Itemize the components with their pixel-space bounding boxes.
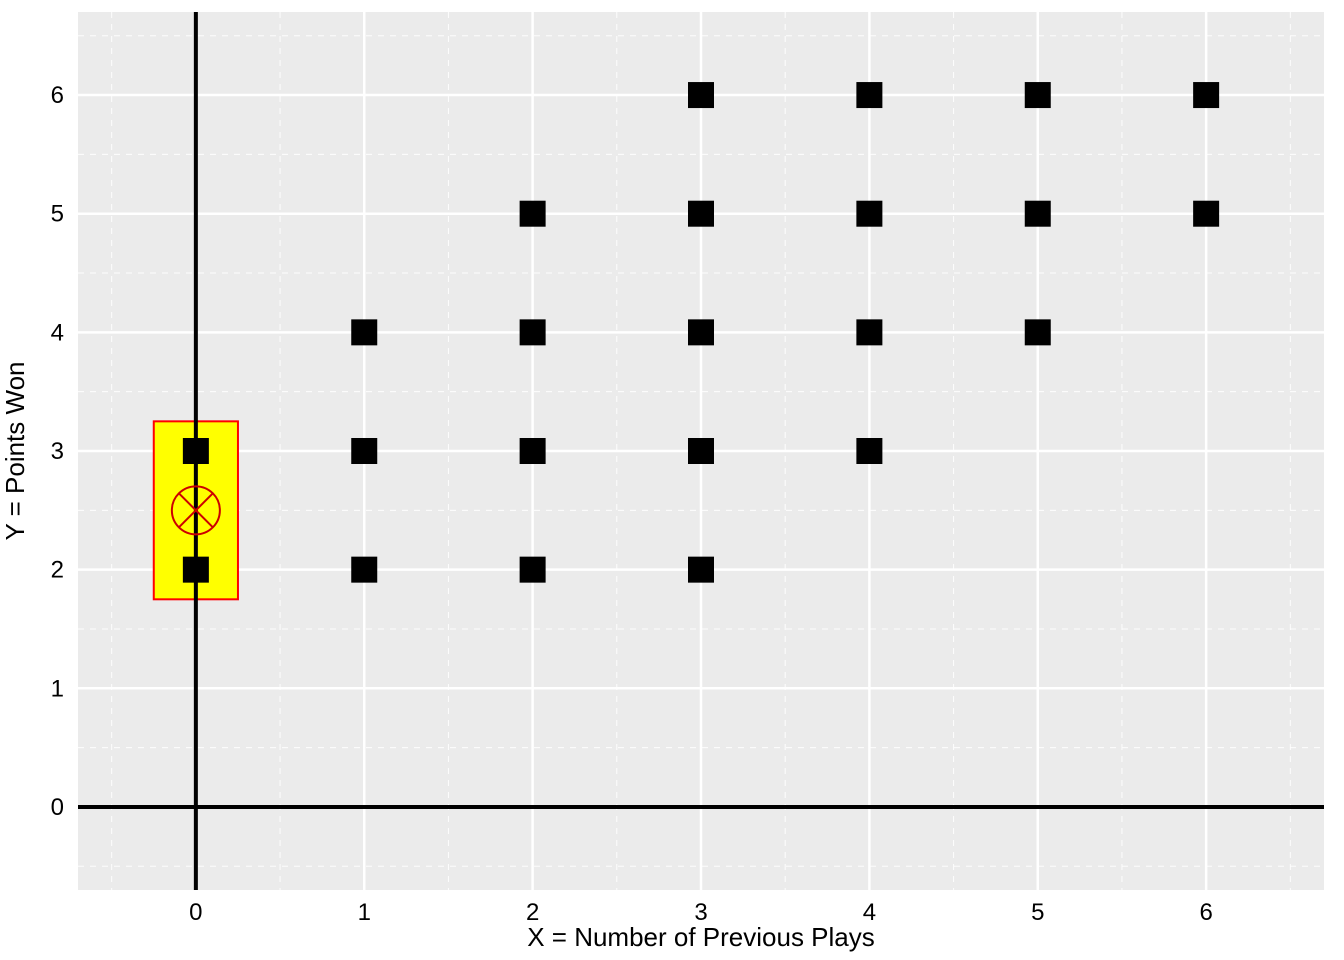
x-tick: 1 bbox=[358, 899, 371, 926]
data-point bbox=[856, 82, 882, 108]
data-point bbox=[520, 201, 546, 227]
data-point bbox=[520, 319, 546, 345]
data-point bbox=[1025, 319, 1051, 345]
data-point bbox=[688, 201, 714, 227]
data-point bbox=[351, 319, 377, 345]
y-axis-label: Y = Points Won bbox=[0, 362, 30, 541]
scatter-plot: 0 1 2 3 4 5 6 0 1 2 3 4 5 6 X = Number of Previous P… bbox=[0, 0, 1344, 960]
y-tick: 4 bbox=[51, 319, 64, 346]
data-point bbox=[688, 82, 714, 108]
y-tick: 1 bbox=[51, 675, 64, 702]
y-tick: 3 bbox=[51, 438, 64, 465]
x-tick: 5 bbox=[1031, 899, 1044, 926]
data-point bbox=[688, 557, 714, 583]
data-point bbox=[856, 438, 882, 464]
data-point bbox=[183, 557, 209, 583]
y-tick: 6 bbox=[51, 82, 64, 109]
data-point bbox=[688, 319, 714, 345]
data-point bbox=[856, 319, 882, 345]
x-axis-label: X = Number of Previous Plays bbox=[527, 922, 875, 952]
y-tick: 0 bbox=[51, 794, 64, 821]
data-point bbox=[856, 201, 882, 227]
data-point bbox=[1025, 82, 1051, 108]
data-point bbox=[520, 557, 546, 583]
data-point bbox=[1193, 82, 1219, 108]
data-point bbox=[351, 438, 377, 464]
y-tick: 2 bbox=[51, 557, 64, 584]
y-tick: 5 bbox=[51, 201, 64, 228]
x-tick: 6 bbox=[1199, 899, 1212, 926]
data-point bbox=[520, 438, 546, 464]
x-tick: 0 bbox=[189, 899, 202, 926]
data-point bbox=[183, 438, 209, 464]
data-point bbox=[1193, 201, 1219, 227]
y-tick-labels: 0 1 2 3 4 5 6 bbox=[51, 82, 64, 821]
data-point bbox=[688, 438, 714, 464]
chart-container: 0 1 2 3 4 5 6 0 1 2 3 4 5 6 X = Number of Previous P… bbox=[0, 0, 1344, 960]
data-point bbox=[351, 557, 377, 583]
data-point bbox=[1025, 201, 1051, 227]
